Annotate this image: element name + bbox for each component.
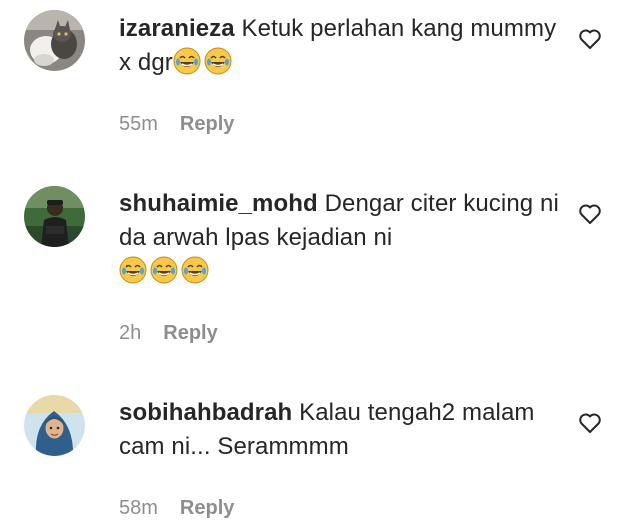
heart-outline-icon[interactable] <box>578 203 602 225</box>
person-photo-avatar[interactable] <box>24 186 85 247</box>
comment-time: 55m <box>119 113 158 135</box>
heart-outline-icon[interactable] <box>578 412 602 434</box>
comment-username[interactable]: shuhaimie_mohd <box>119 190 318 217</box>
comment-body: shuhaimie_mohd Dengar citer kucing ni da… <box>119 187 559 289</box>
reply-button[interactable]: Reply <box>180 113 234 136</box>
joy-emoji <box>119 256 147 284</box>
reply-button[interactable]: Reply <box>163 322 217 345</box>
comment-meta: 2h Reply <box>119 322 218 345</box>
heart-outline-icon[interactable] <box>578 28 602 50</box>
comment-username[interactable]: izaranieza <box>119 15 235 42</box>
hijab-person-avatar[interactable] <box>24 395 85 456</box>
cat-photo-avatar[interactable] <box>24 10 85 71</box>
joy-emoji <box>150 256 178 284</box>
comment-meta: 55m Reply <box>119 113 234 136</box>
reply-button[interactable]: Reply <box>180 497 234 520</box>
comment-meta: 58m Reply <box>119 497 234 520</box>
comment-body: sobihahbadrah Kalau tengah2 malam cam ni… <box>119 396 559 464</box>
comment-username[interactable]: sobihahbadrah <box>119 399 292 426</box>
comment-time: 58m <box>119 497 158 519</box>
comment-body: izaranieza Ketuk perlahan kang mummy x d… <box>119 12 559 80</box>
comment-time: 2h <box>119 322 142 344</box>
joy-emoji <box>181 256 209 284</box>
joy-emoji <box>204 47 232 75</box>
joy-emoji <box>173 47 201 75</box>
